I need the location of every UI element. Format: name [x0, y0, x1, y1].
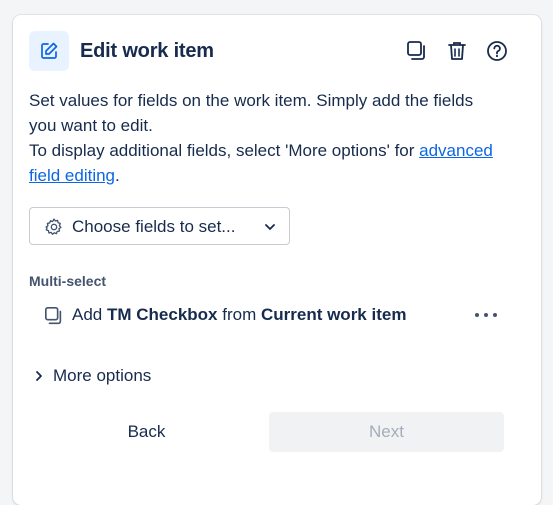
choose-fields-label: Choose fields to set...	[72, 217, 236, 236]
help-icon	[487, 41, 507, 61]
chevron-right-icon	[36, 371, 42, 381]
multi-select-row: Add TM Checkbox from Current work item	[42, 303, 502, 329]
copy-icon	[407, 41, 425, 60]
more-options-label: More options	[53, 366, 152, 385]
help-button[interactable]	[485, 39, 509, 63]
trash-icon	[448, 42, 466, 60]
choose-fields-button[interactable]: Choose fields to set...	[29, 207, 290, 245]
multi-select-row-text: Add TM Checkbox from Current work item	[72, 304, 406, 326]
description-line-2-text: To display additional fields, select 'Mo…	[29, 141, 420, 160]
edit-icon	[29, 31, 69, 71]
row-more-button[interactable]	[472, 303, 500, 327]
next-button: Next	[269, 412, 504, 452]
row-prefix: Add	[72, 305, 107, 324]
page-title: Edit work item	[80, 40, 214, 62]
more-icon	[475, 313, 497, 317]
copy-icon	[45, 307, 62, 325]
description-line-2: To display additional fields, select 'Mo…	[29, 138, 499, 188]
description: Set values for fields on the work item. …	[29, 88, 499, 188]
description-line-1: Set values for fields on the work item. …	[29, 91, 474, 135]
delete-button[interactable]	[445, 39, 469, 63]
duplicate-button[interactable]	[405, 39, 429, 63]
row-field-name: TM Checkbox	[106, 305, 218, 324]
panel-header: Edit work item	[29, 31, 507, 71]
row-source: Current work item	[260, 305, 407, 324]
description-period: .	[115, 166, 120, 185]
multi-select-section-label: Multi-select	[29, 273, 107, 289]
chevron-down-icon	[265, 224, 275, 230]
back-button[interactable]: Back	[29, 412, 264, 452]
gear-icon	[45, 218, 62, 235]
row-middle: from	[217, 305, 261, 324]
